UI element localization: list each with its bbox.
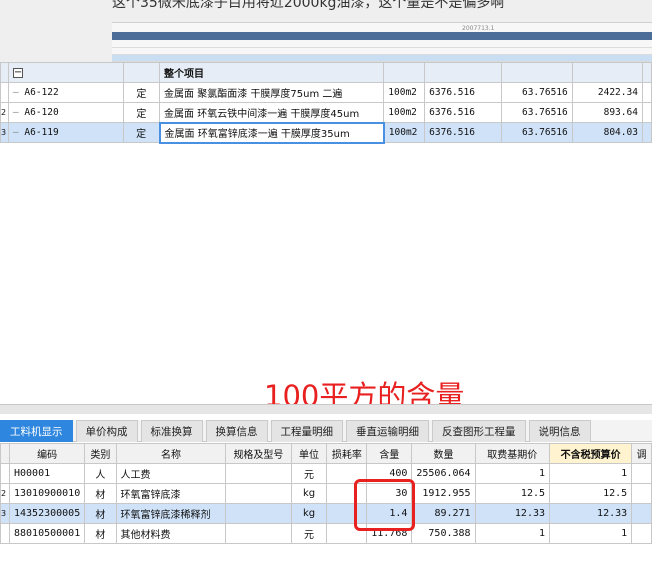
table-row[interactable]: 2 — A6-120 定 金属面 环氧云铁中间漆一遍 干膜厚度45um 100m… (0, 102, 652, 123)
caption-strip: 这个35微米底漆子目用将近2000kg油漆，这个量是不是偏多啊 2007713.… (0, 0, 652, 62)
preview-row (112, 55, 652, 62)
table-row[interactable]: 88010500001 材 其他材料费 元 11.768 750.388 1 1 (0, 523, 652, 544)
table-row[interactable]: H00001 人 人工费 元 400 25506.064 1 1 (0, 463, 652, 484)
lower-grid: 编码 类别 名称 规格及型号 单位 损耗率 含量 数量 取费基期价 不含税预算价… (0, 443, 652, 544)
group-label: 整个项目 (159, 62, 385, 83)
preview-row (112, 41, 652, 48)
annotation-highlight-box (354, 479, 415, 531)
caption-text: 这个35微米底漆子目用将近2000kg油漆，这个量是不是偏多啊 (112, 0, 505, 11)
tab-standard-conversion[interactable]: 标准换算 (140, 420, 203, 442)
tab-quantity-detail[interactable]: 工程量明细 (270, 420, 343, 442)
tree-line-icon: — (12, 127, 25, 138)
upper-grid: − 整个项目 — A6-122 定 金属面 聚氯酯面漆 干膜厚度75um 二遍 … (0, 62, 652, 144)
table-row[interactable]: 2 13010900010 材 环氧富锌底漆 kg 30 1912.955 12… (0, 483, 652, 504)
horizontal-scrollbar[interactable] (0, 404, 652, 414)
tab-description[interactable]: 说明信息 (528, 420, 591, 442)
preview-meta: 2007713.1 (462, 25, 495, 32)
table-row[interactable]: — A6-122 定 金属面 聚氯酯面漆 干膜厚度75um 二遍 100m2 6… (0, 82, 652, 103)
preview-rows (112, 41, 652, 62)
tab-bar: 工料机显示 单价构成 标准换算 换算信息 工程量明细 垂直运输明细 反查图形工程… (0, 420, 652, 442)
tab-vertical-transport[interactable]: 垂直运输明细 (346, 420, 429, 442)
tab-graphic-quantity[interactable]: 反查图形工程量 (432, 420, 526, 442)
preview-row (112, 48, 652, 55)
name-edit-cell[interactable]: 金属面 环氧富锌底漆一遍 干膜厚度35um (158, 121, 385, 144)
table-row-selected[interactable]: 3 — A6-119 定 金属面 环氧富锌底漆一遍 干膜厚度35um 100m2… (0, 121, 652, 144)
lower-header-row: 编码 类别 名称 规格及型号 单位 损耗率 含量 数量 取费基期价 不含税预算价… (0, 443, 652, 464)
budget-price-header[interactable]: 不含税预算价 (549, 443, 633, 464)
tab-material-display[interactable]: 工料机显示 (0, 420, 73, 442)
preview-header (112, 32, 652, 40)
group-row[interactable]: − 整个项目 (0, 62, 652, 83)
table-row-selected[interactable]: 3 14352300005 材 环氧富锌底漆稀释剂 kg 1.4 89.271 … (0, 503, 652, 524)
tree-line-icon: — (12, 87, 25, 98)
collapse-icon[interactable]: − (12, 68, 23, 78)
tree-line-icon: — (12, 107, 25, 118)
preview-thumbnail: 2007713.1 (112, 22, 652, 62)
tab-unit-price[interactable]: 单价构成 (75, 420, 138, 442)
tab-conversion-info[interactable]: 换算信息 (205, 420, 268, 442)
